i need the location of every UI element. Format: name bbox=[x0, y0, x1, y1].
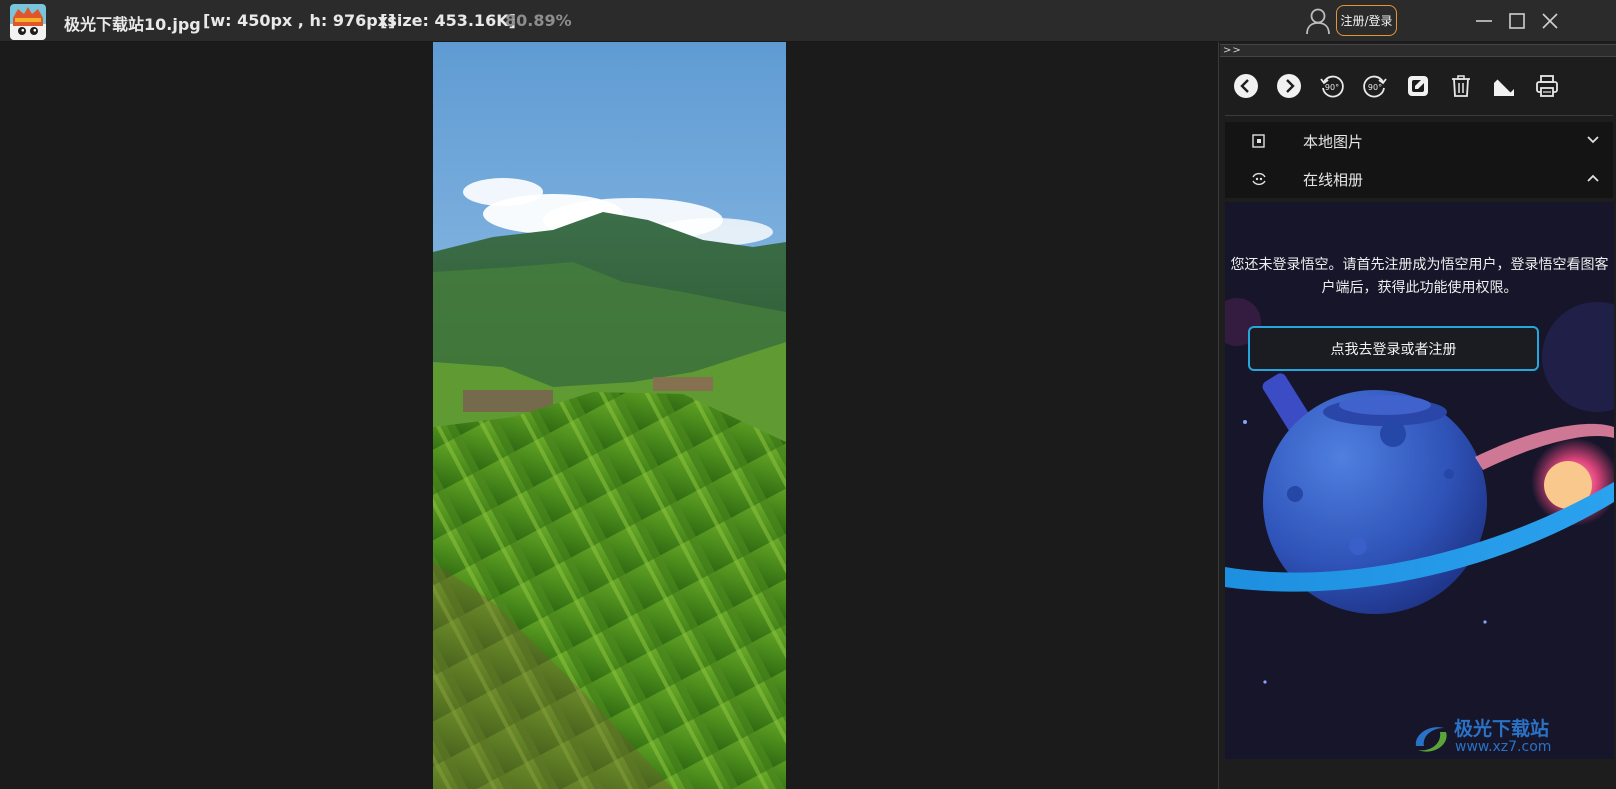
section-online-album[interactable]: 在线相册 bbox=[1225, 160, 1613, 198]
toolbar-divider bbox=[1225, 115, 1613, 116]
displayed-photo[interactable] bbox=[433, 42, 786, 789]
close-button[interactable] bbox=[1537, 8, 1563, 34]
svg-text:90°: 90° bbox=[1368, 83, 1382, 92]
chevron-right-circle-icon bbox=[1277, 74, 1301, 98]
section-local-images[interactable]: 本地图片 bbox=[1225, 122, 1613, 160]
chevron-left-circle-icon bbox=[1234, 74, 1258, 98]
minimize-button[interactable] bbox=[1471, 8, 1497, 34]
image-viewer[interactable] bbox=[0, 42, 1218, 789]
section-online-label: 在线相册 bbox=[1303, 171, 1364, 189]
next-button[interactable] bbox=[1276, 73, 1302, 99]
register-login-button[interactable]: 注册/登录 bbox=[1336, 5, 1397, 36]
fullscreen-button[interactable] bbox=[1491, 73, 1517, 99]
trash-icon bbox=[1452, 75, 1470, 97]
rotate-right-button[interactable]: 90° bbox=[1362, 73, 1388, 99]
expand-icon bbox=[1494, 76, 1514, 96]
maximize-button[interactable] bbox=[1504, 8, 1530, 34]
file-name: 极光下载站10.jpg bbox=[64, 15, 201, 34]
watermark-url: www.xz7.com bbox=[1455, 739, 1552, 755]
chevron-up-icon bbox=[1587, 174, 1599, 182]
previous-button[interactable] bbox=[1233, 73, 1259, 99]
rotate-right-90-icon: 90° bbox=[1363, 75, 1387, 98]
edit-icon bbox=[1408, 76, 1428, 96]
local-image-icon bbox=[1252, 134, 1265, 148]
app-logo-icon bbox=[10, 4, 46, 40]
online-album-icon bbox=[1252, 172, 1266, 186]
rotate-left-button[interactable]: 90° bbox=[1319, 73, 1345, 99]
close-icon bbox=[1542, 13, 1558, 29]
title-bar: 极光下载站10.jpg [w: 450px , h: 976px] [size:… bbox=[0, 0, 1616, 42]
user-avatar-icon[interactable] bbox=[1305, 7, 1331, 35]
online-album-content: 您还未登录悟空。请首先注册成为悟空用户，登录悟空看图客户端后，获得此功能使用权限… bbox=[1225, 202, 1614, 759]
side-panel: >> 90° 90° 本地图片 在线相册 您还未登录悟空。请首先注册成为悟空用户… bbox=[1218, 42, 1616, 789]
app-window: 极光下载站10.jpg [w: 450px , h: 976px] [size:… bbox=[0, 0, 1616, 789]
site-logo-icon bbox=[1415, 727, 1447, 752]
printer-icon bbox=[1536, 75, 1558, 97]
site-watermark: 极光下载站 www.xz7.com bbox=[1410, 712, 1610, 764]
image-dimensions: [w: 450px , h: 976px] bbox=[203, 11, 396, 30]
maximize-icon bbox=[1509, 13, 1525, 29]
rotate-left-90-icon: 90° bbox=[1320, 75, 1344, 98]
chevron-down-icon bbox=[1587, 136, 1599, 144]
minimize-icon bbox=[1476, 20, 1492, 22]
print-button[interactable] bbox=[1534, 73, 1560, 99]
section-local-label: 本地图片 bbox=[1303, 133, 1364, 151]
collapse-panel-button[interactable]: >> bbox=[1220, 44, 1616, 57]
edit-button[interactable] bbox=[1405, 73, 1431, 99]
login-or-register-button[interactable]: 点我去登录或者注册 bbox=[1248, 326, 1539, 371]
login-required-notice: 您还未登录悟空。请首先注册成为悟空用户，登录悟空看图客户端后，获得此功能使用权限… bbox=[1230, 257, 1609, 296]
svg-text:90°: 90° bbox=[1325, 83, 1339, 92]
zoom-level: 80.89% bbox=[505, 11, 572, 30]
file-size: [size: 453.16K] bbox=[380, 11, 516, 30]
watermark-name: 极光下载站 bbox=[1454, 718, 1550, 740]
delete-button[interactable] bbox=[1448, 73, 1474, 99]
